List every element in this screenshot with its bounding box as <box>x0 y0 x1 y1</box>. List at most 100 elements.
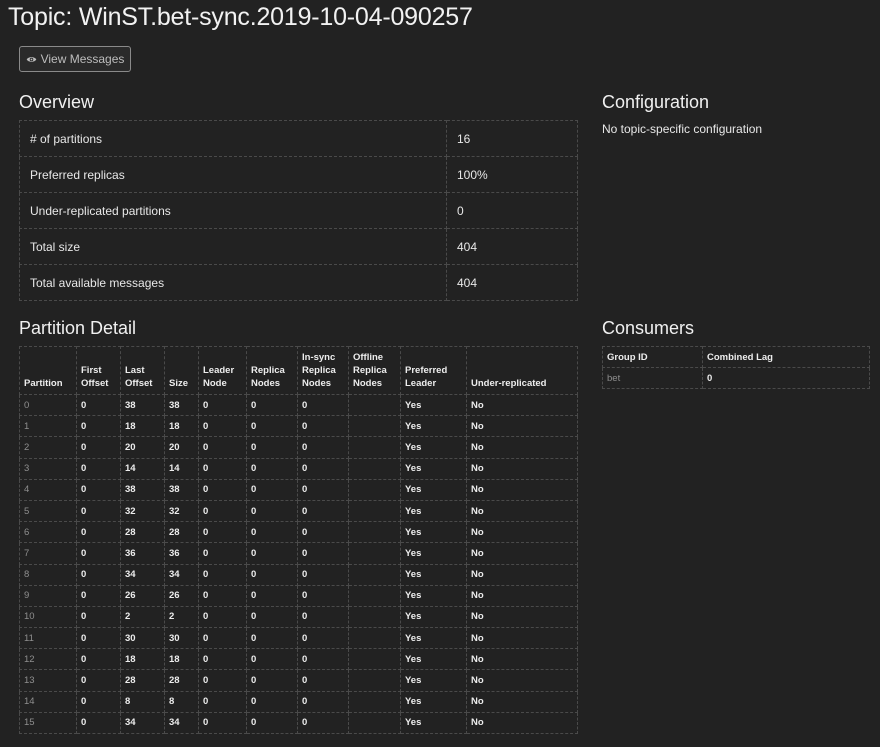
partition-cell: 0 <box>246 563 298 586</box>
partition-cell: Yes <box>400 627 467 650</box>
partition-column-header: First Offset <box>76 346 121 395</box>
column-header-line: Nodes <box>353 378 383 389</box>
partition-table: Partition First Offset Last Offset Size Leader… <box>19 346 578 735</box>
view-messages-button[interactable]: View Messages <box>19 46 131 72</box>
partition-row: 6 0 28 28 0 0 0 Yes No <box>19 521 578 544</box>
partition-cell: Yes <box>400 690 467 713</box>
partition-cell: Yes <box>400 499 467 523</box>
partition-cell: Yes <box>400 542 467 565</box>
column-header-line: Nodes <box>251 378 281 389</box>
partition-cell: 0 <box>246 478 298 501</box>
partition-cell: No <box>466 584 578 607</box>
consumers-column-header: Group ID <box>602 346 703 368</box>
partition-cell: 36 <box>120 542 165 565</box>
partition-cell: 13 <box>19 669 77 692</box>
column-header-line: Offset <box>81 378 109 389</box>
partition-cell: 32 <box>164 499 199 523</box>
partition-cell: 0 <box>76 542 121 565</box>
column-header-line: Node <box>203 378 227 389</box>
partition-cell: 15 <box>19 711 77 735</box>
partition-cell: 0 <box>198 648 247 671</box>
partition-cell: 0 <box>246 436 298 459</box>
partition-column-header: Offline Replica Nodes <box>348 346 401 395</box>
partition-cell: 0 <box>198 690 247 713</box>
overview-value: 0 <box>446 192 578 229</box>
column-header-line: Preferred <box>405 365 448 376</box>
partition-cell: 0 <box>76 648 121 671</box>
partition-cell: Yes <box>400 563 467 586</box>
partition-cell: 3 <box>19 457 77 480</box>
partition-cell: 0 <box>76 499 121 523</box>
partition-cell <box>348 436 401 459</box>
partition-cell: No <box>466 669 578 692</box>
column-header-line: In-sync <box>302 352 336 363</box>
partition-cell: Yes <box>400 436 467 459</box>
partition-cell: 0 <box>297 436 349 459</box>
partition-cell: 0 <box>198 457 247 480</box>
column-header-line: First <box>81 365 102 376</box>
partition-cell: 0 <box>246 521 298 544</box>
partition-cell: Yes <box>400 478 467 501</box>
partition-cell: No <box>466 499 578 523</box>
partition-cell: 12 <box>19 648 77 671</box>
partition-cell: Yes <box>400 457 467 480</box>
partition-cell <box>348 690 401 713</box>
partition-column-header: Partition <box>19 346 77 395</box>
partition-cell: 18 <box>120 648 165 671</box>
partition-cell: 0 <box>76 711 121 735</box>
partition-cell: 38 <box>120 393 165 417</box>
partition-row: 3 0 14 14 0 0 0 Yes No <box>19 457 578 480</box>
partition-cell: 0 <box>76 393 121 417</box>
partition-row: 8 0 34 34 0 0 0 Yes No <box>19 563 578 586</box>
partition-cell <box>348 457 401 480</box>
partition-cell: 0 <box>76 436 121 459</box>
overview-table: # of partitions 16 Preferred replicas 100% U… <box>19 120 578 301</box>
page-title: Topic: WinST.bet-sync.2019-10-04-090257 <box>8 3 473 31</box>
overview-value: 404 <box>446 228 578 265</box>
partition-cell: 10 <box>19 605 77 629</box>
partition-cell: 1 <box>19 415 77 438</box>
partition-column-header: Size <box>164 346 199 395</box>
overview-row: Preferred replicas 100% <box>19 156 578 193</box>
overview-label: Preferred replicas <box>19 156 447 193</box>
overview-label: Total available messages <box>19 264 447 301</box>
partition-cell: 0 <box>297 457 349 480</box>
partition-row: 14 0 8 8 0 0 0 Yes No <box>19 690 578 713</box>
overview-row: Total available messages 404 <box>19 264 578 301</box>
consumers-heading: Consumers <box>602 318 695 338</box>
partition-column-header: In-sync Replica Nodes <box>297 346 349 395</box>
partition-cell: 0 <box>76 521 121 544</box>
partition-cell: 2 <box>19 436 77 459</box>
partition-cell: 18 <box>164 415 199 438</box>
partition-cell: 30 <box>120 627 165 650</box>
partition-cell: No <box>466 521 578 544</box>
consumers-column-header: Combined Lag <box>702 346 870 368</box>
column-header-line: Leader <box>203 365 235 376</box>
partition-row: 0 0 38 38 0 0 0 Yes No <box>19 393 578 417</box>
partition-cell: 20 <box>120 436 165 459</box>
partition-row: 5 0 32 32 0 0 0 Yes No <box>19 499 578 523</box>
partition-cell: 2 <box>164 605 199 629</box>
partition-row: 10 0 2 2 0 0 0 Yes No <box>19 605 578 629</box>
partition-cell: 26 <box>164 584 199 607</box>
column-header-line: Offline <box>353 352 384 363</box>
partition-cell: No <box>466 605 578 629</box>
partition-cell: No <box>466 457 578 480</box>
view-messages-label: View Messages <box>40 52 125 66</box>
partition-cell: 38 <box>164 478 199 501</box>
partition-cell <box>348 627 401 650</box>
consumer-group-id[interactable]: bet <box>602 367 703 389</box>
partition-cell: 0 <box>297 499 349 523</box>
eye-icon <box>26 56 36 62</box>
partition-row: 15 0 34 34 0 0 0 Yes No <box>19 711 578 735</box>
partition-cell: 14 <box>19 690 77 713</box>
partition-cell: 0 <box>297 605 349 629</box>
partition-cell: Yes <box>400 521 467 544</box>
partition-row: 9 0 26 26 0 0 0 Yes No <box>19 584 578 607</box>
overview-heading: Overview <box>19 92 95 112</box>
partition-cell <box>348 563 401 586</box>
partition-cell: 0 <box>76 457 121 480</box>
partition-row: 2 0 20 20 0 0 0 Yes No <box>19 436 578 459</box>
partition-cell: 0 <box>297 563 349 586</box>
partition-cell: 0 <box>297 627 349 650</box>
